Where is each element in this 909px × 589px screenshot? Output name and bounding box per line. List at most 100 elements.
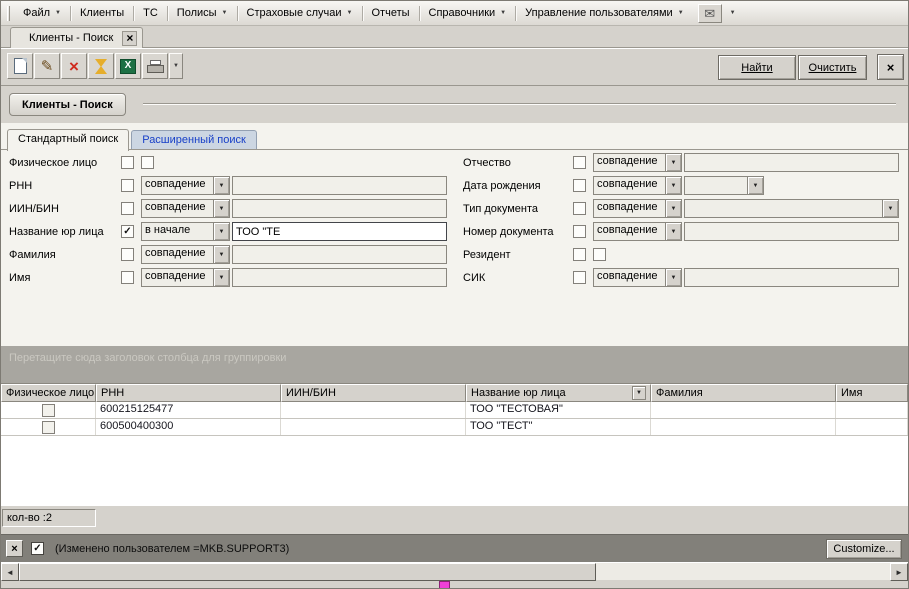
match-combobox[interactable]: совпадение ▼ [593,153,682,172]
combobox-dropdown-button[interactable]: ▼ [665,269,681,286]
enable-checkbox[interactable] [121,179,134,192]
combobox-dropdown-button[interactable]: ▼ [665,200,681,217]
horizontal-scrollbar[interactable]: ◄ ► [1,562,908,580]
value-checkbox[interactable] [593,248,606,261]
enable-checkbox[interactable] [573,179,586,192]
toolbar-grip[interactable] [7,6,10,21]
match-combobox[interactable]: совпадение ▼ [593,268,682,287]
menu-clients[interactable]: Клиенты [72,4,132,22]
enable-checkbox[interactable] [121,271,134,284]
scroll-left-button[interactable]: ◄ [1,563,19,581]
menu-user-management[interactable]: Управление пользователями ▼ [517,4,692,22]
sik-input[interactable] [684,268,899,287]
mail-dropdown[interactable]: ▼ [722,7,744,19]
column-header-imya[interactable]: Имя [836,384,908,402]
table-row[interactable]: 600215125477 ТОО "ТЕСТОВАЯ" [1,402,908,419]
print-button[interactable] [142,53,168,79]
combobox-value: в начале [142,223,213,240]
scroll-right-button[interactable]: ► [890,563,908,581]
column-filter-button[interactable]: ▼ [632,386,646,400]
org-name-input[interactable] [232,222,447,241]
group-by-panel[interactable]: Перетащите сюда заголовок столбца для гр… [1,346,908,384]
clear-button[interactable]: Очистить [798,55,867,80]
match-combobox[interactable]: совпадение ▼ [593,176,682,195]
rnn-input[interactable] [232,176,447,195]
new-record-button[interactable] [7,53,33,79]
tab-standard-search[interactable]: Стандартный поиск [7,129,129,151]
splitter-marker[interactable] [439,581,450,589]
column-header-rnn[interactable]: РНН [96,384,281,402]
doc-type-select[interactable]: ▼ [684,199,899,218]
edit-record-button[interactable]: ✎ [34,53,60,79]
menubar: Файл ▼ Клиенты ТС Полисы ▼ Страховые слу… [1,1,908,26]
menu-insurance-cases[interactable]: Страховые случаи ▼ [239,4,361,22]
combobox-dropdown-button[interactable]: ▼ [213,223,229,240]
birthdate-select[interactable]: ▼ [684,176,764,195]
close-filter-button[interactable]: × [6,540,23,557]
row-iin-bin: ИИН/БИН совпадение ▼ [9,197,457,220]
enable-checkbox[interactable] [573,225,586,238]
combobox-dropdown-button[interactable]: ▼ [882,200,898,217]
match-combobox[interactable]: совпадение ▼ [141,268,230,287]
enable-checkbox[interactable] [573,156,586,169]
match-combobox[interactable]: совпадение ▼ [593,199,682,218]
enable-checkbox[interactable]: ✓ [121,225,134,238]
combobox-dropdown-button[interactable]: ▼ [213,246,229,263]
match-combobox[interactable]: совпадение ▼ [141,199,230,218]
history-button[interactable] [88,53,114,79]
family-input[interactable] [232,245,447,264]
doc-number-input[interactable] [684,222,899,241]
filter-enabled-checkbox[interactable]: ✓ [31,542,44,555]
menu-directories[interactable]: Справочники ▼ [421,4,515,22]
combobox-dropdown-button[interactable]: ▼ [213,269,229,286]
field-label: Тип документа [463,203,573,215]
value-checkbox[interactable] [141,156,154,169]
scrollbar-thumb[interactable] [19,563,596,581]
menu-policies[interactable]: Полисы ▼ [169,4,236,22]
menu-separator [362,6,363,21]
enable-checkbox[interactable] [121,156,134,169]
column-header-familia[interactable]: Фамилия [651,384,836,402]
column-label: ИИН/БИН [286,387,336,399]
column-header-fiz-lico[interactable]: Физическое лицо [1,384,96,402]
excel-export-button[interactable]: X [115,53,141,79]
close-icon: × [887,60,895,75]
close-view-button[interactable]: × [877,54,904,80]
enable-checkbox[interactable] [121,202,134,215]
menu-reports[interactable]: Отчеты [364,4,418,22]
tab-close-button[interactable]: × [122,31,137,46]
combobox-dropdown-button[interactable]: ▼ [747,177,763,194]
row-checkbox[interactable] [42,421,55,434]
otchestvo-input[interactable] [684,153,899,172]
match-combobox[interactable]: совпадение ▼ [593,222,682,241]
iin-bin-input[interactable] [232,199,447,218]
menu-separator [237,6,238,21]
column-header-iin-bin[interactable]: ИИН/БИН [281,384,466,402]
customize-button[interactable]: Customize... [826,539,902,559]
combobox-dropdown-button[interactable]: ▼ [213,200,229,217]
menu-file[interactable]: Файл ▼ [15,4,69,22]
name-input[interactable] [232,268,447,287]
column-header-org-name[interactable]: Название юр лица ▼ [466,384,651,402]
mail-button[interactable]: ✉ [698,4,722,23]
tab-clients-search[interactable]: Клиенты - Поиск × [10,27,143,48]
tab-advanced-search[interactable]: Расширенный поиск [131,130,257,149]
combobox-dropdown-button[interactable]: ▼ [665,177,681,194]
table-row[interactable]: 600500400300 ТОО "ТЕСТ" [1,419,908,436]
combobox-dropdown-button[interactable]: ▼ [665,223,681,240]
enable-checkbox[interactable] [121,248,134,261]
menu-ts[interactable]: ТС [135,4,166,22]
enable-checkbox[interactable] [573,271,586,284]
menu-clients-label: Клиенты [80,7,124,19]
combobox-dropdown-button[interactable]: ▼ [665,154,681,171]
find-button[interactable]: Найти [718,55,796,80]
match-combobox[interactable]: совпадение ▼ [141,245,230,264]
enable-checkbox[interactable] [573,248,586,261]
match-combobox[interactable]: в начале ▼ [141,222,230,241]
print-dropdown-button[interactable]: ▼ [169,53,183,79]
enable-checkbox[interactable] [573,202,586,215]
delete-record-button[interactable]: × [61,53,87,79]
combobox-dropdown-button[interactable]: ▼ [213,177,229,194]
row-checkbox[interactable] [42,404,55,417]
match-combobox[interactable]: совпадение ▼ [141,176,230,195]
